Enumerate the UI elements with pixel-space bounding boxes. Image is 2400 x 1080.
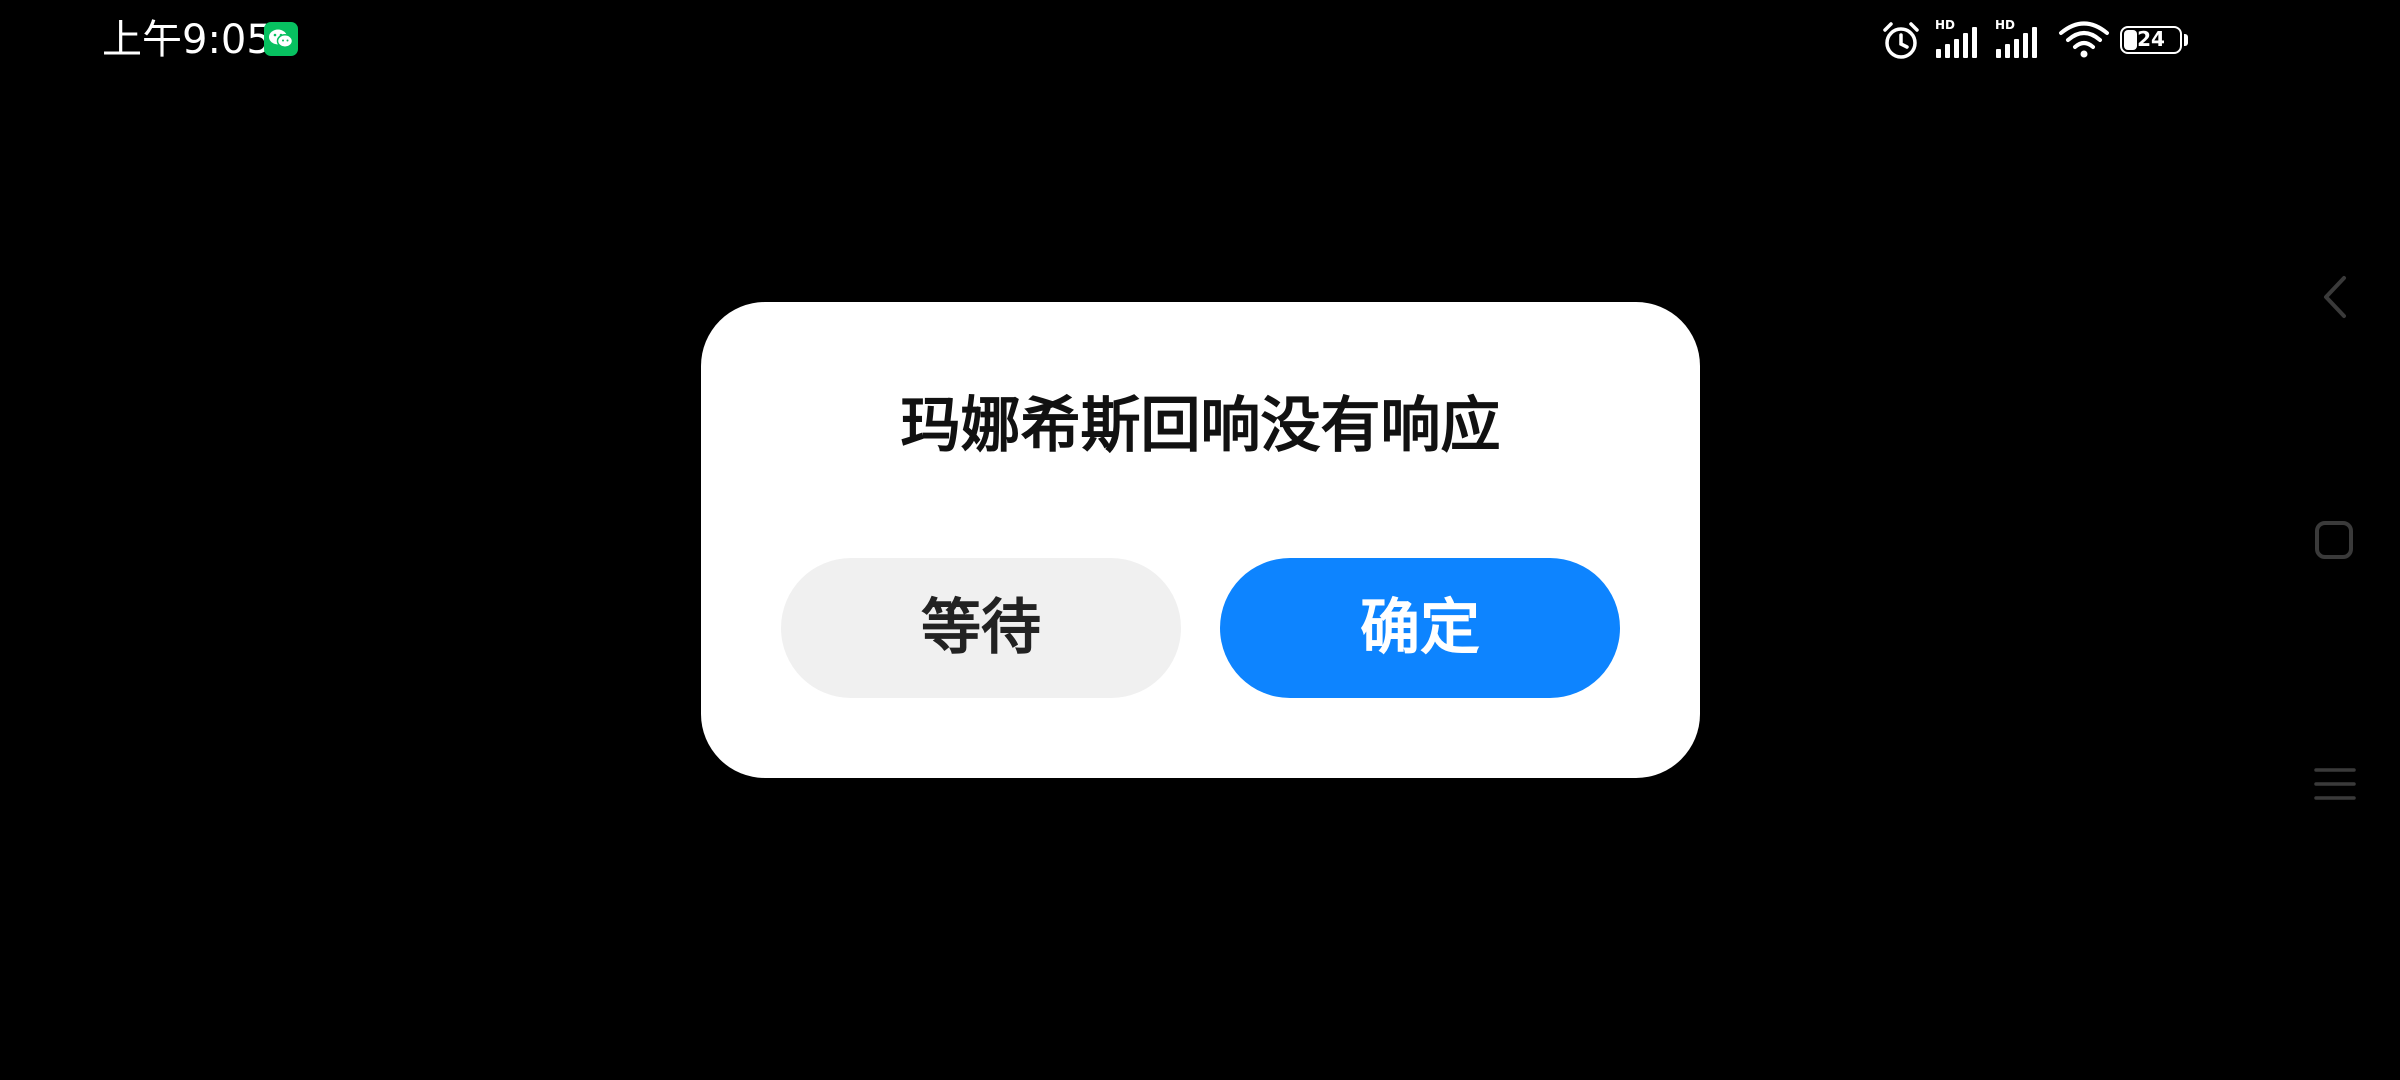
battery-tip: [2184, 34, 2188, 46]
status-icons: HD HD 24: [1880, 18, 2190, 62]
ok-button[interactable]: 确定: [1220, 558, 1620, 698]
battery-icon: 24: [2120, 26, 2182, 54]
wechat-icon: [264, 22, 298, 56]
battery-level: 24: [2137, 27, 2165, 51]
app-not-responding-dialog: 玛娜希斯回响没有响应 等待 确定: [701, 302, 1700, 778]
square-icon[interactable]: [2314, 520, 2354, 560]
dialog-title: 玛娜希斯回响没有响应: [900, 391, 1501, 461]
chevron-left-icon[interactable]: [2318, 272, 2352, 322]
signal-2-label: HD: [1995, 18, 2015, 32]
wifi-icon: [2059, 21, 2109, 58]
wait-button[interactable]: 等待: [781, 558, 1181, 698]
menu-icon[interactable]: [2314, 766, 2356, 802]
signal-1-label: HD: [1935, 18, 1955, 32]
status-time: 上午9:05: [102, 17, 272, 63]
alarm-icon: [1883, 22, 1919, 59]
cellular-signal-icon: HD: [1995, 18, 2037, 58]
status-bar: 上午9:05 HD HD 24: [0, 0, 2400, 80]
cellular-signal-icon: HD: [1935, 18, 1977, 58]
